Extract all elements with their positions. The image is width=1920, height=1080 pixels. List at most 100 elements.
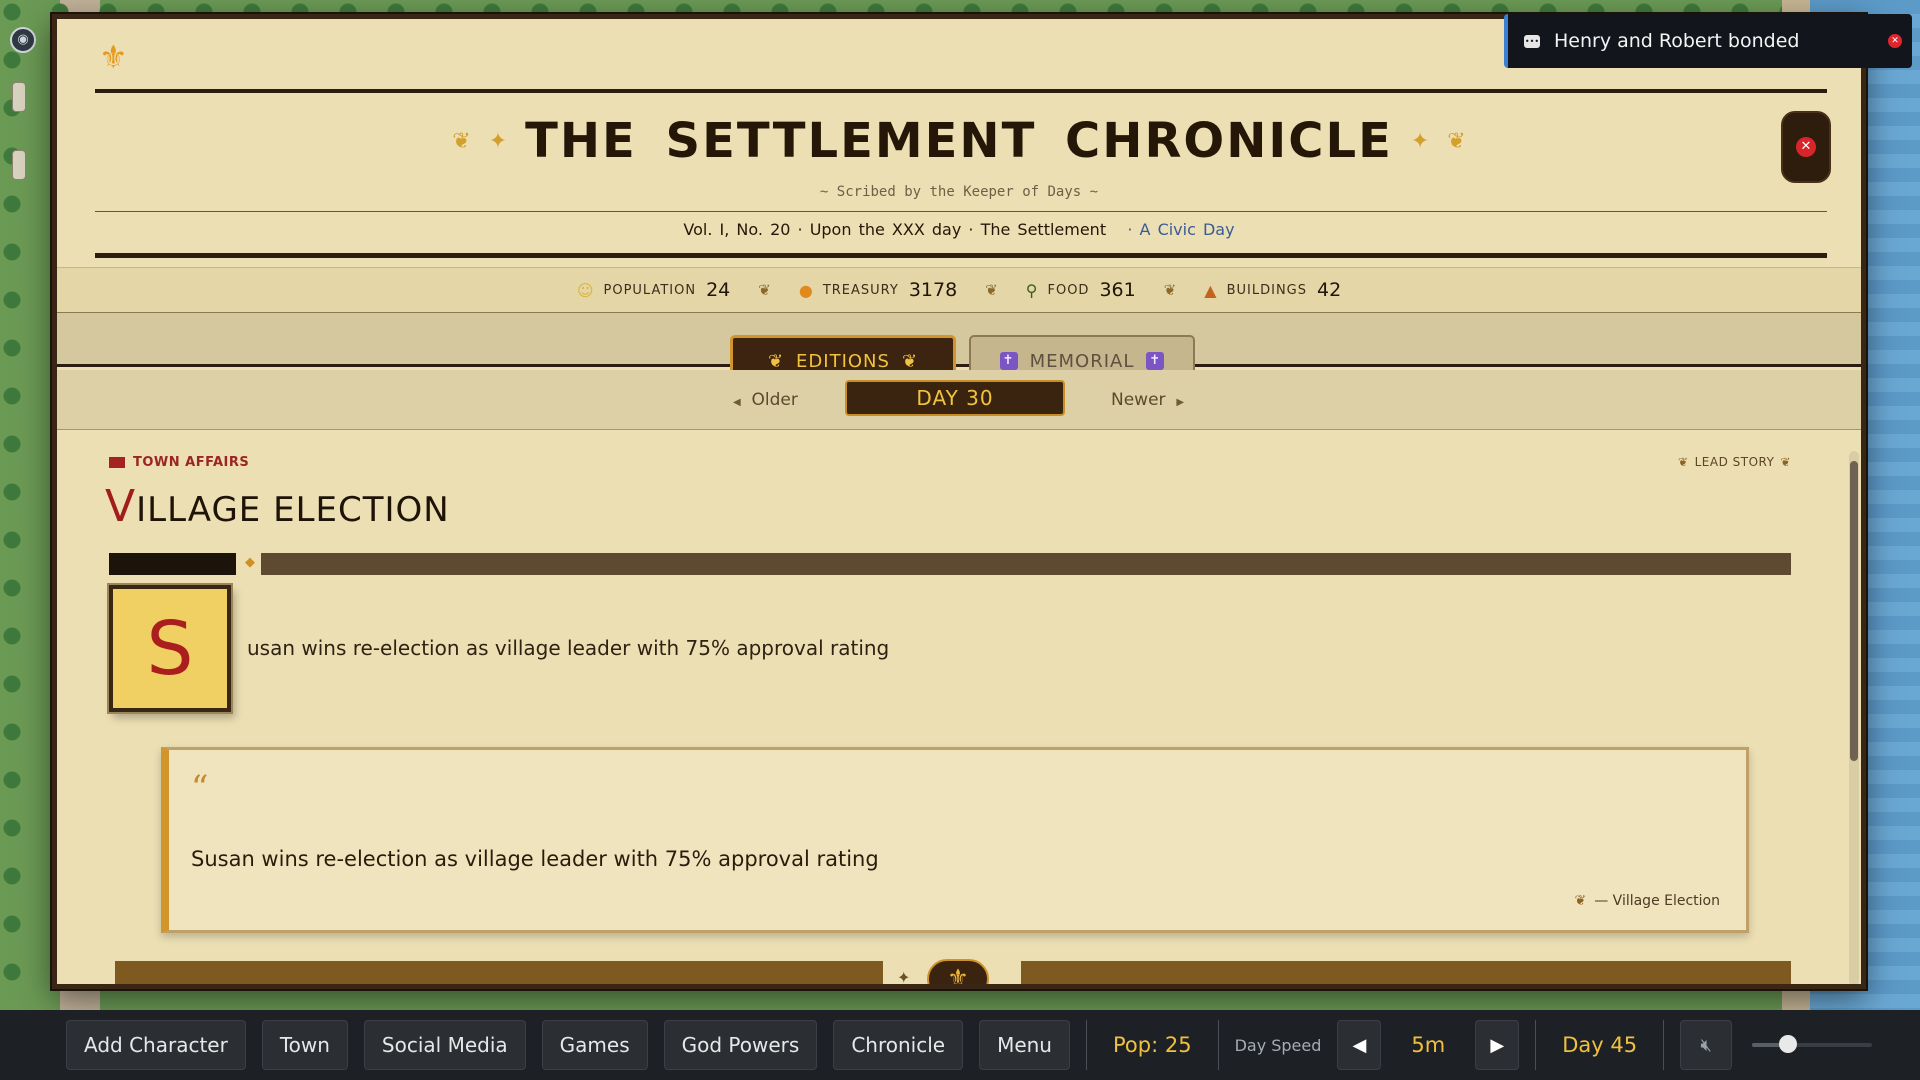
older-button[interactable]: ◀ Older — [733, 390, 798, 410]
stat-label: TREASURY — [822, 282, 899, 298]
toolbar-divider — [1535, 1020, 1537, 1070]
stat-buildings: ▲ BUILDINGS 42 — [1204, 279, 1341, 301]
toolbar-divider — [1085, 1020, 1087, 1070]
social-media-button[interactable]: Social Media — [363, 1020, 526, 1070]
article-area[interactable]: TOWN AFFAIRS ❦ LEAD STORY ❦ VILLAGE ELEC… — [57, 431, 1851, 984]
drop-cap: S — [109, 585, 231, 712]
dismiss-notification-icon[interactable]: ✕ — [1888, 34, 1902, 48]
quote-text: Susan wins re-election as village leader… — [191, 847, 879, 871]
speed-decrease-button[interactable]: ◀ — [1337, 1020, 1382, 1070]
stat-value: 361 — [1099, 279, 1136, 301]
town-button[interactable]: Town — [261, 1020, 348, 1070]
lead-story-label: LEAD STORY — [1694, 455, 1775, 469]
stat-label: BUILDINGS — [1226, 282, 1307, 298]
volume-line: Vol. I, No. 20 · Upon the XXX day · The … — [57, 220, 1861, 239]
bottom-toolbar: Add Character Town Social Media Games Go… — [0, 1010, 1920, 1080]
mute-button[interactable]: 🔇︎ — [1680, 1020, 1733, 1070]
rule-bar — [261, 553, 1791, 575]
population-readout: Pop: 25 — [1112, 1033, 1192, 1057]
buildings-icon: ▲ — [1204, 280, 1217, 300]
speed-increase-button[interactable]: ▶ — [1475, 1020, 1520, 1070]
chronicle-button[interactable]: Chronicle — [833, 1020, 964, 1070]
map-tool-icon[interactable]: ◉ — [10, 27, 36, 53]
divider — [95, 253, 1827, 258]
people-icon: ☺ — [576, 280, 594, 300]
article-lede: usan wins re-election as village leader … — [247, 636, 890, 660]
stat-food: ⚲ FOOD 361 — [1026, 279, 1136, 301]
arrow-right-icon: ▶ — [1490, 1034, 1505, 1056]
close-button[interactable]: ✕ — [1781, 111, 1831, 183]
star-ornament-icon: ✦ — [488, 128, 508, 154]
leaf-ornament-icon: ❦ — [1447, 128, 1466, 154]
chat-icon: ••• — [1524, 34, 1540, 48]
chronicle-window: ⚜ ❦ ✦ THE SETTLEMENT CHRONICLE ✦ ❦ ~ Scr… — [52, 14, 1866, 989]
pull-quote: “ Susan wins re-election as village lead… — [161, 747, 1749, 933]
chronicle-subtitle: ~ Scribed by the Keeper of Days ~ — [819, 184, 1099, 200]
diamond-ornament-icon: ◆ — [245, 555, 255, 570]
tab-label: EDITIONS — [796, 351, 890, 372]
slider-knob[interactable] — [1779, 1035, 1798, 1053]
god-powers-button[interactable]: God Powers — [663, 1020, 818, 1070]
speaker-muted-icon: 🔇︎ — [1700, 1034, 1712, 1056]
add-character-button[interactable]: Add Character — [66, 1020, 246, 1070]
stat-label: POPULATION — [603, 282, 697, 298]
older-label: Older — [751, 390, 798, 410]
side-panel-handle[interactable] — [12, 150, 26, 180]
fleur-de-lis-icon: ⚜ — [927, 959, 989, 984]
side-panel-handle[interactable] — [12, 82, 26, 112]
toolbar-divider — [1217, 1020, 1219, 1070]
newer-button[interactable]: Newer ▶ — [1111, 390, 1184, 410]
stat-value: 42 — [1317, 279, 1342, 301]
lead-story-tag: ❦ LEAD STORY ❦ — [1678, 455, 1791, 469]
current-day-badge: DAY 30 — [845, 380, 1065, 416]
cross-icon: ✝ — [1146, 352, 1165, 370]
day-speed-label: Day Speed — [1234, 1035, 1322, 1055]
close-icon: ✕ — [1796, 137, 1816, 157]
volume-slider[interactable] — [1752, 1035, 1873, 1053]
scrollbar-thumb[interactable] — [1850, 461, 1858, 761]
section-tag: TOWN AFFAIRS — [109, 455, 249, 470]
leaf-ornament-icon: ❦ — [901, 351, 919, 372]
stat-value: 3178 — [908, 279, 958, 301]
flag-icon — [109, 457, 125, 468]
leaf-ornament-icon: ❦ — [1678, 455, 1689, 469]
leaf-ornament-icon: ❦ — [767, 351, 785, 372]
fleur-de-lis-icon: ⚜ — [99, 38, 128, 76]
stat-population: ☺ POPULATION 24 — [577, 279, 730, 301]
rule-block — [109, 553, 236, 575]
toolbar-divider — [1663, 1020, 1665, 1070]
leaf-ornament-icon: ❦ — [985, 281, 998, 299]
chevron-right-icon: ▶ — [1176, 397, 1185, 408]
leaf-ornament-icon: ❦ — [1163, 281, 1177, 299]
games-button[interactable]: Games — [541, 1020, 648, 1070]
day-flavor: · A Civic Day — [1127, 220, 1235, 239]
star-ornament-icon: ✦ — [897, 968, 911, 987]
tabs-bar: ❦ EDITIONS ❦ ✝ MEMORIAL ✝ — [57, 313, 1861, 385]
arrow-left-icon: ◀ — [1352, 1034, 1367, 1056]
star-ornament-icon: ✦ — [1410, 128, 1430, 154]
footer-bar — [115, 961, 883, 984]
notification-toast[interactable]: ••• Henry and Robert bonded ✕ — [1504, 14, 1912, 68]
edition-navigator: ◀ Older DAY 30 Newer ▶ — [57, 370, 1861, 430]
footer-bar — [1021, 961, 1791, 984]
coin-icon: ● — [798, 280, 813, 300]
chevron-left-icon: ◀ — [733, 397, 741, 408]
menu-button[interactable]: Menu — [979, 1020, 1070, 1070]
volume-text: Vol. I, No. 20 · Upon the XXX day · The … — [683, 220, 1107, 239]
speed-value: 5m — [1411, 1033, 1446, 1057]
article-scrollbar[interactable] — [1849, 451, 1859, 984]
cross-icon: ✝ — [999, 352, 1018, 370]
stat-label: FOOD — [1047, 282, 1090, 298]
article-footer-ornament: ✦ ⚜ ✦ — [115, 959, 1791, 987]
leaf-ornament-icon: ❦ — [1574, 893, 1587, 909]
leaf-ornament-icon: ❦ — [452, 128, 471, 154]
headline-initial: V — [105, 481, 137, 532]
article-headline: VILLAGE ELECTION — [105, 481, 450, 532]
chronicle-title: THE SETTLEMENT CHRONICLE — [525, 113, 1393, 169]
section-label: TOWN AFFAIRS — [133, 455, 250, 470]
quote-citation: ❦ — Village Election — [1574, 893, 1720, 909]
notification-text: Henry and Robert bonded — [1554, 30, 1800, 52]
leaf-ornament-icon: ❦ — [758, 281, 771, 299]
stats-bar: ☺ POPULATION 24 ❦ ● TREASURY 3178 ❦ ⚲ FO… — [57, 267, 1861, 313]
tab-label: MEMORIAL — [1029, 350, 1135, 372]
